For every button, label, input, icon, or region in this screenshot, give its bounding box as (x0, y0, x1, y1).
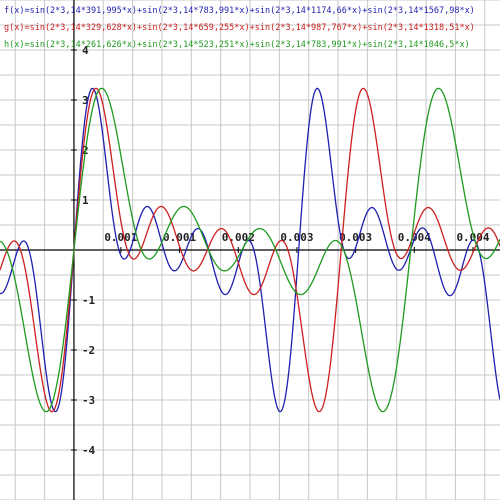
y-tick-label: -2 (82, 344, 95, 357)
legend-entry-f: f(x)=sin(2*3,14*391,995*x)+sin(2*3,14*78… (4, 6, 475, 16)
legend-entry-g: g(x)=sin(2*3,14*329,628*x)+sin(2*3,14*65… (4, 23, 475, 33)
y-tick-label: -3 (82, 394, 95, 407)
y-tick-label: -1 (82, 294, 96, 307)
x-tick-label: 0.003 (339, 231, 372, 244)
legend: f(x)=sin(2*3,14*391,995*x)+sin(2*3,14*78… (4, 6, 475, 50)
legend-entry-h: h(x)=sin(2*3,14*261,626*x)+sin(2*3,14*52… (4, 40, 470, 50)
y-tick-label: -4 (82, 444, 96, 457)
x-tick-label: 0.003 (280, 231, 313, 244)
function-plot: 0.001 0.001 0.002 0.003 0.003 0.004 0.0044321-… (0, 0, 500, 500)
y-tick-label: 1 (82, 194, 89, 207)
